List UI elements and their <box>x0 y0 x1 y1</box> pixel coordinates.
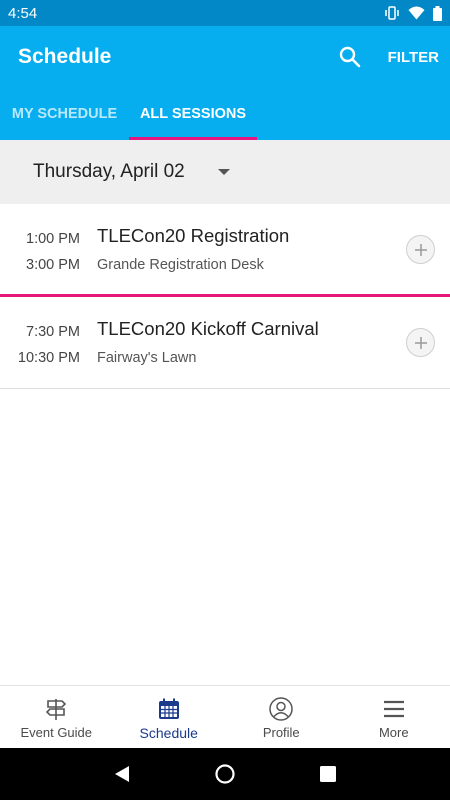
session-start-time: 7:30 PM <box>26 324 80 340</box>
session-end-time: 10:30 PM <box>17 350 80 366</box>
home-icon <box>215 764 235 784</box>
session-location: Grande Registration Desk <box>97 257 264 273</box>
add-to-schedule-button[interactable] <box>406 235 435 264</box>
nav-label: Profile <box>262 725 300 740</box>
back-icon <box>114 766 129 782</box>
battery-icon <box>433 5 442 21</box>
search-icon <box>339 46 360 68</box>
nav-schedule[interactable]: Schedule <box>113 686 226 748</box>
profile-icon <box>269 696 293 722</box>
session-location: Fairway's Lawn <box>97 350 197 366</box>
search-button[interactable] <box>326 33 374 81</box>
session-start-time: 1:00 PM <box>26 231 80 247</box>
vibrate-icon <box>385 6 399 20</box>
session-title: TLECon20 Kickoff Carnival <box>97 318 319 339</box>
add-to-schedule-button[interactable] <box>406 328 435 357</box>
plus-icon <box>414 336 427 349</box>
date-selector[interactable]: Thursday, April 02 <box>0 140 450 204</box>
wifi-icon <box>408 6 425 20</box>
nav-event-guide[interactable]: Event Guide <box>0 686 113 748</box>
app-actions: FILTER <box>326 33 450 81</box>
dropdown-caret-icon <box>217 169 230 175</box>
status-icons <box>384 5 442 21</box>
plus-icon <box>414 243 427 256</box>
recents-button[interactable] <box>308 754 348 794</box>
home-button[interactable] <box>205 754 245 794</box>
nav-label: Schedule <box>139 725 198 741</box>
date-label: Thursday, April 02 <box>33 161 185 182</box>
app-bar: Schedule FILTER <box>0 26 450 88</box>
session-end-time: 3:00 PM <box>26 257 80 273</box>
tab-my-schedule[interactable]: MY SCHEDULE <box>0 88 129 140</box>
status-bar: 4:54 <box>0 0 450 26</box>
calendar-icon <box>158 696 180 722</box>
nav-label: More <box>378 725 409 740</box>
menu-icon <box>383 696 405 722</box>
recents-icon <box>320 766 337 782</box>
page-title: Schedule <box>18 45 112 68</box>
system-nav-bar <box>0 748 450 800</box>
nav-more[interactable]: More <box>338 686 450 748</box>
session-title: TLECon20 Registration <box>97 225 290 246</box>
status-time: 4:54 <box>8 4 38 22</box>
session-row[interactable]: 7:30 PM 10:30 PM TLECon20 Kickoff Carniv… <box>0 297 450 389</box>
nav-label: Event Guide <box>20 725 93 740</box>
tab-all-sessions[interactable]: ALL SESSIONS <box>129 88 257 140</box>
session-list: 1:00 PM 3:00 PM TLECon20 Registration Gr… <box>0 204 450 389</box>
session-row[interactable]: 1:00 PM 3:00 PM TLECon20 Registration Gr… <box>0 204 450 297</box>
filter-button[interactable]: FILTER <box>384 49 450 66</box>
nav-profile[interactable]: Profile <box>225 686 338 748</box>
bottom-nav: Event Guide Schedule Profile More <box>0 685 450 748</box>
tab-bar: MY SCHEDULE ALL SESSIONS <box>0 88 450 140</box>
signpost-icon <box>45 696 67 722</box>
back-button[interactable] <box>102 754 142 794</box>
